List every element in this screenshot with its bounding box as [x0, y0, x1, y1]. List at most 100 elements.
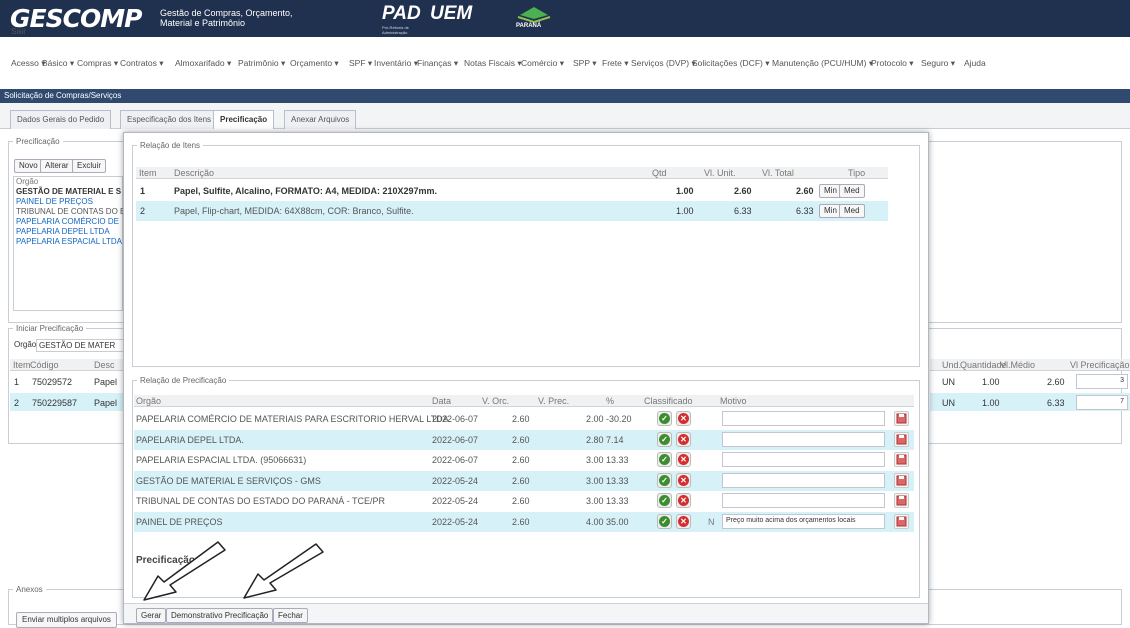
table-row[interactable]: PAPELARIA DEPEL LTDA. 2022-06-07 2.60 2.80 7… — [134, 429, 914, 450]
motivo-input[interactable] — [722, 493, 885, 509]
list-item[interactable]: GESTÃO DE MATERIAL E S — [14, 187, 122, 197]
vl-precificacao-input[interactable]: 7 — [1076, 395, 1128, 410]
table-row[interactable]: PAPELARIA COMÉRCIO DE MATERIAIS PARA ESC… — [134, 409, 914, 429]
approve-button[interactable]: ✓ — [657, 411, 672, 426]
alterar-button[interactable]: Alterar — [40, 159, 74, 173]
table-row[interactable]: PAINEL DE PREÇOS 2022-05-24 2.60 4.00 35.00 ✓… — [134, 512, 914, 532]
approve-button[interactable]: ✓ — [657, 493, 672, 509]
tab-anexar[interactable]: Anexar Arquivos — [284, 110, 357, 130]
menu-item[interactable]: Acesso ▾ — [11, 58, 46, 69]
motivo-input[interactable] — [722, 431, 885, 447]
menu-item[interactable]: Notas Fiscais ▾ — [464, 58, 522, 69]
med-button[interactable]: Med — [839, 184, 865, 198]
fechar-button[interactable]: Fechar — [273, 608, 308, 623]
motivo-input[interactable]: Preço muito acima dos orçamentos locais — [722, 514, 885, 529]
cell-v-prec: 4.00 — [586, 517, 604, 527]
reject-button[interactable]: ✕ — [676, 411, 691, 426]
menu-item[interactable]: Finanças ▾ — [417, 58, 458, 69]
menu-item[interactable]: Ajuda — [964, 58, 986, 68]
reject-button[interactable]: ✕ — [676, 452, 691, 468]
menu-sair[interactable]: Sair — [11, 26, 26, 36]
approve-button[interactable]: ✓ — [657, 431, 672, 447]
motivo-input[interactable] — [722, 472, 885, 488]
table-row[interactable]: 2 Papel, Flip-chart, MEDIDA: 64X88cm, CO… — [136, 201, 888, 221]
vl-precificacao-input[interactable]: 3 — [1076, 374, 1128, 389]
cell-vl-medio: 2.60 — [1047, 377, 1065, 387]
list-item[interactable]: TRIBUNAL DE CONTAS DO E — [14, 207, 125, 217]
motivo-input[interactable] — [722, 411, 885, 426]
col-desc: Desc — [94, 360, 115, 370]
table-row[interactable]: TRIBUNAL DE CONTAS DO ESTADO DO PARANÁ -… — [134, 491, 914, 511]
menu-item[interactable]: Frete ▾ — [602, 58, 628, 69]
menu-item[interactable]: SPP ▾ — [573, 58, 596, 69]
list-item[interactable]: PAINEL DE PREÇOS — [14, 197, 122, 207]
table-row[interactable]: 2 750229587 Papel — [10, 393, 125, 411]
table-row[interactable]: UN 1.00 2.60 3 — [930, 373, 1130, 389]
menu-item[interactable]: Patrimônio ▾ — [238, 58, 285, 69]
table-row[interactable]: PAPELARIA ESPACIAL LTDA. (95066631) 2022-… — [134, 450, 914, 470]
cell-vl-total: 2.60 — [796, 186, 814, 196]
approve-button[interactable]: ✓ — [657, 514, 672, 529]
cell-descricao: Papel, Flip-chart, MEDIDA: 64X88cm, COR:… — [174, 206, 414, 216]
orgao-list[interactable]: Orgão GESTÃO DE MATERIAL E S PAINEL DE P… — [13, 176, 125, 311]
menu-item[interactable]: Serviços (DVP) ▾ — [631, 58, 696, 69]
save-button[interactable] — [894, 411, 909, 426]
cell-v-orc: 2.60 — [512, 455, 530, 466]
med-button[interactable]: Med — [839, 204, 865, 218]
save-button[interactable] — [894, 431, 909, 447]
menu-item[interactable]: SPF ▾ — [349, 58, 372, 69]
menu-item[interactable]: Compras ▾ — [77, 58, 118, 69]
save-button[interactable] — [894, 493, 909, 509]
menu-item[interactable]: Orçamento ▾ — [290, 58, 339, 69]
menu-item[interactable]: Comércio ▾ — [521, 58, 564, 69]
novo-button[interactable]: Novo — [14, 159, 43, 173]
reject-button[interactable]: ✕ — [676, 493, 691, 509]
approve-button[interactable]: ✓ — [657, 472, 672, 488]
menu-item[interactable]: Protocolo ▾ — [871, 58, 914, 69]
menu-item[interactable]: Solicitações (DCF) ▾ — [692, 58, 769, 69]
gerar-button[interactable]: Gerar — [136, 608, 167, 623]
list-item[interactable]: PAPELARIA COMÉRCIO DE — [14, 217, 122, 227]
reject-button[interactable]: ✕ — [676, 472, 691, 488]
save-icon — [896, 413, 907, 424]
close-icon: ✕ — [678, 454, 689, 466]
save-button[interactable] — [894, 452, 909, 468]
menu-item[interactable]: Manutenção (PCU/HUM) ▾ — [772, 58, 873, 69]
save-button[interactable] — [894, 514, 909, 529]
cell-pct: 13.33 — [606, 475, 629, 486]
menu-item[interactable]: Seguro ▾ — [921, 58, 955, 69]
menu-item[interactable]: Básico ▾ — [42, 58, 74, 69]
menu-item[interactable]: Almoxarifado ▾ — [175, 58, 231, 69]
excluir-button[interactable]: Excluir — [72, 159, 107, 173]
motivo-input[interactable] — [722, 452, 885, 468]
tab-dados-gerais[interactable]: Dados Gerais do Pedido — [10, 110, 112, 130]
table-row[interactable]: UN 1.00 6.33 7 — [930, 393, 1130, 411]
precificacao-legend: Precificação — [16, 137, 60, 146]
list-item[interactable]: PAPELARIA DEPEL LTDA — [14, 227, 122, 237]
cell-vl-total: 6.33 — [796, 206, 814, 216]
menu-item[interactable]: Inventário ▾ — [374, 58, 418, 69]
table-row[interactable]: GESTÃO DE MATERIAL E SERVIÇOS - GMS 2022-… — [134, 470, 914, 491]
reject-button[interactable]: ✕ — [676, 431, 691, 447]
cell-v-prec: 2.00 — [586, 414, 604, 424]
enviar-arquivos-button[interactable]: Enviar multiplos arquivos — [16, 612, 117, 628]
orgao-value-label: Orgão — [14, 340, 37, 349]
tab-especificacao[interactable]: Especificação dos Itens — [120, 110, 219, 130]
check-icon: ✓ — [659, 454, 670, 466]
table-row[interactable]: 1 Papel, Sulfite, Alcalino, FORMATO: A4,… — [136, 181, 888, 201]
tab-precificacao[interactable]: Precificação — [213, 110, 275, 130]
demonstrativo-button[interactable]: Demonstrativo Precificação — [166, 608, 274, 623]
app-logo: GESCOMP — [10, 4, 142, 33]
save-button[interactable] — [894, 472, 909, 488]
relacao-itens-legend: Relação de Itens — [140, 141, 201, 150]
approve-button[interactable]: ✓ — [657, 452, 672, 468]
orgao-value-field[interactable]: GESTÃO DE MATER — [36, 339, 126, 352]
cell-data: 2022-05-24 — [432, 517, 479, 527]
reject-button[interactable]: ✕ — [676, 514, 691, 529]
list-item[interactable]: PAPELARIA ESPACIAL LTDA — [14, 237, 122, 247]
menu-item[interactable]: Contratos ▾ — [120, 58, 163, 69]
cell-data: 2022-06-07 — [432, 455, 479, 466]
main-menu: Acesso ▾ Básico ▾ Compras ▾ Contratos ▾ Almo… — [0, 50, 1130, 88]
table-row[interactable]: 1 75029572 Papel — [10, 373, 125, 389]
relacao-precificacao-legend: Relação de Precificação — [140, 376, 227, 385]
